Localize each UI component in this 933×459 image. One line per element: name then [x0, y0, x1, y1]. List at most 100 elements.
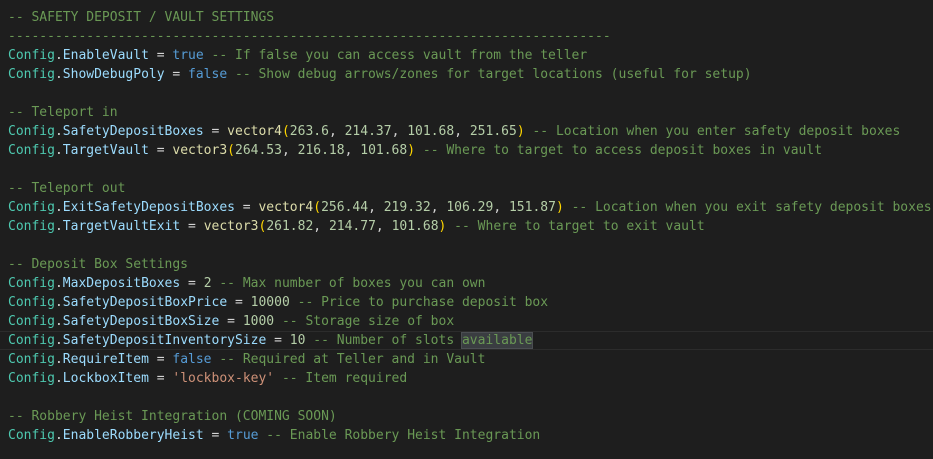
code-number: 214.37	[344, 124, 392, 139]
code-comment: -- Robbery Heist Integration (COMING SOO…	[8, 409, 337, 424]
code-bracket: (	[281, 124, 290, 139]
code-operator: ,	[493, 200, 509, 215]
code-line[interactable]: Config.EnableVault = true -- If false yo…	[0, 46, 933, 65]
code-boolean: true	[172, 48, 204, 63]
code-operator: ,	[344, 143, 361, 158]
code-line[interactable]: Config.TargetVaultExit = vector3(261.82,…	[0, 217, 933, 236]
code-property: SafetyDepositInventorySize	[62, 333, 267, 348]
code-bracket: (	[227, 143, 235, 158]
code-number: 216.18	[297, 143, 345, 158]
code-line[interactable]: ----------------------------------------…	[0, 27, 933, 46]
code-string: 'lockbox-key'	[172, 371, 275, 386]
code-identifier: Config	[8, 124, 55, 139]
code-line[interactable]: -- Teleport in	[0, 103, 933, 122]
code-operator: =	[148, 143, 173, 158]
code-line[interactable]: Config.SafetyDepositBoxPrice = 10000 -- …	[0, 293, 933, 312]
code-number: 264.53	[235, 143, 282, 158]
code-comment: -- Price to purchase deposit box	[289, 295, 549, 310]
code-comment: -- Show debug arrows/zones for target lo…	[227, 67, 752, 82]
code-number: 256.44	[321, 200, 369, 215]
code-operator: .	[54, 124, 63, 139]
code-operator: .	[54, 314, 63, 329]
code-property: RequireItem	[62, 352, 149, 367]
code-line-empty[interactable]	[0, 388, 933, 407]
code-comment: ----------------------------------------…	[8, 29, 611, 44]
code-operator: .	[54, 200, 63, 215]
code-line[interactable]: -- Robbery Heist Integration (COMING SOO…	[0, 407, 933, 426]
code-number: 251.65	[469, 124, 517, 139]
code-line[interactable]: -- Deposit Box Settings	[0, 255, 933, 274]
code-line[interactable]: Config.LockboxItem = 'lockbox-key' -- It…	[0, 369, 933, 388]
code-boolean: false	[172, 352, 212, 367]
code-identifier: Config	[8, 219, 55, 234]
code-operator: .	[54, 333, 63, 348]
code-line-current[interactable]: Config.SafetyDepositInventorySize = 10 -…	[0, 331, 933, 350]
code-comment: -- Where to target to exit vault	[446, 219, 705, 234]
code-property: EnableRobberyHeist	[62, 428, 204, 443]
code-bracket: )	[555, 200, 564, 215]
code-property: TargetVault	[62, 143, 149, 158]
code-line-empty[interactable]	[0, 160, 933, 179]
code-identifier: Config	[8, 48, 55, 63]
code-line[interactable]: Config.RequireItem = false -- Required a…	[0, 350, 933, 369]
code-operator: .	[54, 67, 63, 82]
code-operator: ,	[391, 124, 408, 139]
code-operator: =	[180, 219, 204, 234]
code-property: SafetyDepositBoxes	[62, 124, 204, 139]
code-number: 106.29	[446, 200, 494, 215]
code-number: 10000	[250, 295, 290, 310]
code-comment: -- Max number of boxes you can own	[211, 276, 486, 291]
code-identifier: Config	[8, 67, 55, 82]
code-operator: =	[266, 333, 290, 348]
code-line[interactable]: Config.EnableRobberyHeist = true -- Enab…	[0, 426, 933, 445]
code-operator: =	[148, 352, 173, 367]
code-operator: ,	[430, 200, 447, 215]
code-line[interactable]: Config.TargetVault = vector3(264.53, 216…	[0, 141, 933, 160]
code-function: vector3	[172, 143, 228, 158]
code-comment: -- Storage size of box	[274, 314, 455, 329]
code-property: ShowDebugPoly	[62, 67, 165, 82]
code-operator: =	[148, 371, 173, 386]
code-bracket: (	[313, 200, 322, 215]
code-function: vector4	[227, 124, 282, 139]
code-number: 2	[203, 276, 212, 291]
code-line[interactable]: -- Teleport out	[0, 179, 933, 198]
code-identifier: Config	[8, 276, 55, 291]
code-comment: -- Deposit Box Settings	[8, 257, 189, 272]
code-operator: ,	[328, 124, 345, 139]
code-line[interactable]: Config.SafetyDepositBoxes = vector4(263.…	[0, 122, 933, 141]
code-operator: ,	[454, 124, 470, 139]
code-line-empty[interactable]	[0, 236, 933, 255]
code-number: 101.68	[391, 219, 439, 234]
text-cursor	[532, 332, 534, 347]
code-comment: -- Location when you exit safety deposit…	[563, 200, 932, 215]
code-number: 261.82	[266, 219, 314, 234]
code-line[interactable]: Config.SafetyDepositBoxSize = 1000 -- St…	[0, 312, 933, 331]
code-identifier: Config	[8, 371, 55, 386]
code-operator: .	[54, 48, 63, 63]
code-line[interactable]: Config.MaxDepositBoxes = 2 -- Max number…	[0, 274, 933, 293]
code-boolean: false	[188, 67, 228, 82]
code-operator: =	[227, 295, 251, 310]
code-number: 214.77	[328, 219, 376, 234]
code-editor[interactable]: -- SAFETY DEPOSIT / VAULT SETTINGS ------…	[0, 0, 933, 459]
code-identifier: Config	[8, 428, 55, 443]
code-property: SafetyDepositBoxPrice	[62, 295, 228, 310]
code-property: TargetVaultExit	[62, 219, 181, 234]
code-comment: -- Teleport out	[8, 181, 126, 196]
code-operator: .	[54, 219, 63, 234]
code-comment: -- Location when you enter safety deposi…	[524, 124, 901, 139]
code-line[interactable]: -- SAFETY DEPOSIT / VAULT SETTINGS	[0, 8, 933, 27]
code-number: 1000	[242, 314, 275, 329]
code-line[interactable]: Config.ExitSafetyDepositBoxes = vector4(…	[0, 198, 933, 217]
code-operator: ,	[281, 143, 298, 158]
code-operator: =	[219, 314, 243, 329]
code-operator: =	[148, 48, 173, 63]
code-identifier: Config	[8, 143, 55, 158]
code-boolean: true	[227, 428, 259, 443]
code-operator: =	[203, 428, 228, 443]
code-line[interactable]: Config.ShowDebugPoly = false -- Show deb…	[0, 65, 933, 84]
code-line-empty[interactable]	[0, 84, 933, 103]
code-property: SafetyDepositBoxSize	[62, 314, 220, 329]
code-identifier: Config	[8, 295, 55, 310]
